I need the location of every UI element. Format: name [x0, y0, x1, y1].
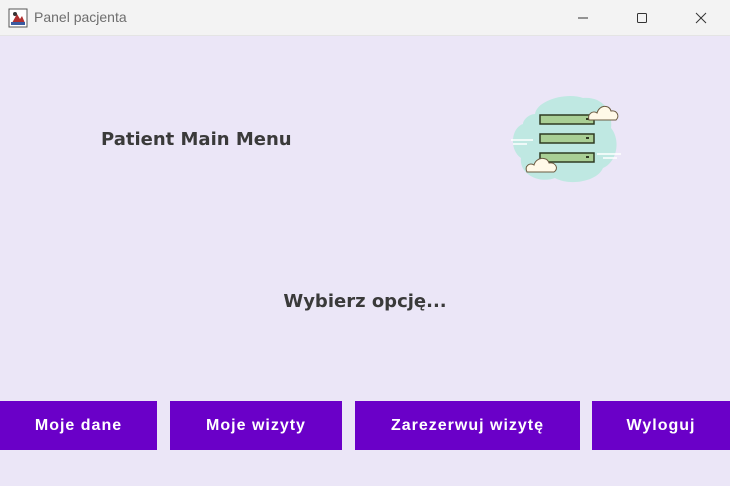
- patient-panel-window: Panel pacjenta Patient Main Menu Wybierz…: [0, 0, 730, 486]
- my-visits-button[interactable]: Moje wizyty: [170, 401, 342, 450]
- maximize-button[interactable]: [619, 0, 665, 36]
- minimize-button[interactable]: [560, 0, 606, 36]
- logout-button[interactable]: Wyloguj: [592, 401, 730, 450]
- my-data-button[interactable]: Moje dane: [0, 401, 157, 450]
- close-button[interactable]: [678, 0, 724, 36]
- minimize-icon: [577, 12, 589, 24]
- close-icon: [695, 12, 707, 24]
- window-title: Panel pacjenta: [34, 9, 127, 25]
- book-visit-button[interactable]: Zarezerwuj wizytę: [355, 401, 580, 450]
- java-app-icon: [8, 8, 28, 28]
- page-title: Patient Main Menu: [101, 129, 292, 150]
- server-cloud-icon: [505, 92, 625, 186]
- prompt-text: Wybierz opcję...: [283, 291, 447, 312]
- title-bar[interactable]: Panel pacjenta: [0, 0, 730, 36]
- maximize-icon: [636, 12, 648, 24]
